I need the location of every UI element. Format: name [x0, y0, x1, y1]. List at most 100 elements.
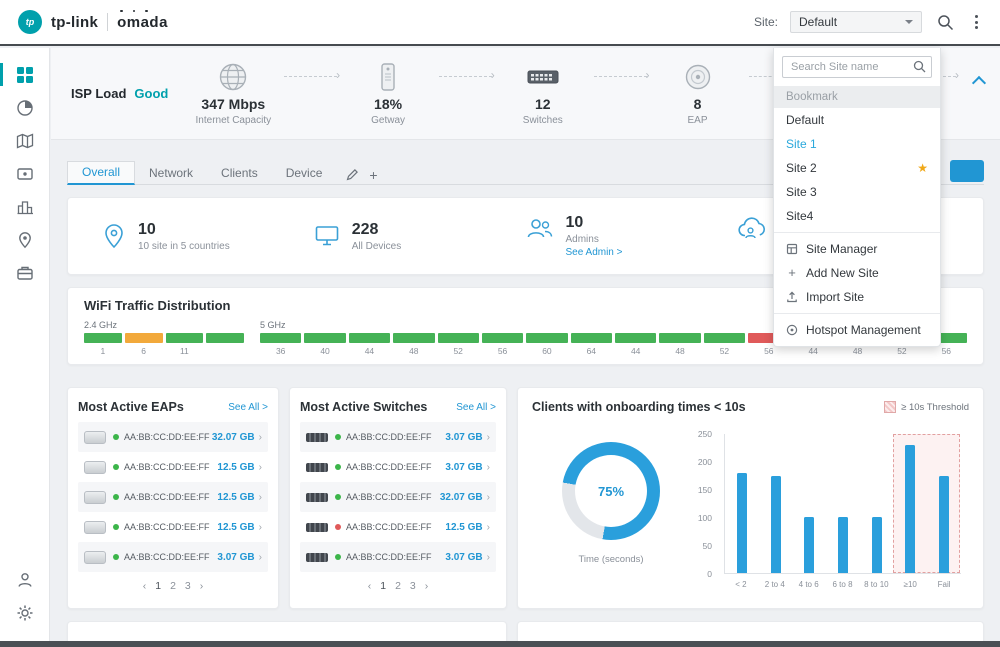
sidebar-item-statistics[interactable]	[0, 91, 49, 124]
table-row[interactable]: AA:BB:CC:DD:EE:FF 3.07 GB	[78, 542, 268, 572]
hotspot-management-item[interactable]: Hotspot Management	[774, 318, 940, 342]
bar-slot	[894, 434, 928, 573]
traffic-value-link[interactable]: 32.07 GB	[212, 432, 262, 443]
collapse-strip-chevron-up-icon[interactable]	[972, 76, 986, 90]
sidebar-item-account[interactable]	[0, 563, 49, 596]
table-row[interactable]: AA:BB:CC:DD:EE:FF 12.5 GB	[300, 512, 496, 542]
wifi-channel-label: 36	[260, 346, 301, 356]
pagination-next[interactable]: ›	[200, 580, 204, 592]
threshold-hatch-icon	[884, 401, 896, 413]
pagination-page[interactable]: 1	[155, 580, 161, 592]
toolbar-action-button[interactable]	[950, 160, 984, 182]
see-admin-link[interactable]: See Admin >	[566, 247, 623, 258]
table-row[interactable]: AA:BB:CC:DD:EE:FF 32.07 GB	[300, 482, 496, 512]
table-row[interactable]: AA:BB:CC:DD:EE:FF 12.5 GB	[78, 452, 268, 482]
table-row[interactable]: AA:BB:CC:DD:EE:FF 32.07 GB	[78, 422, 268, 452]
admins-icon	[526, 216, 554, 242]
pagination-prev[interactable]: ‹	[368, 580, 372, 592]
site-search-input[interactable]	[782, 56, 932, 78]
pagination-page[interactable]: 2	[170, 580, 176, 592]
eap-list: AA:BB:CC:DD:EE:FF 32.07 GB AA:BB:CC:DD:E…	[78, 422, 268, 572]
sidebar-item-locations[interactable]	[0, 223, 49, 256]
stat-value: 228	[352, 221, 401, 239]
traffic-value-link[interactable]: 12.5 GB	[217, 522, 262, 533]
traffic-value-link[interactable]: 3.07 GB	[445, 552, 490, 563]
site-dropdown-panel: Bookmark Default Site 1 Site 2 ★ Site 3 …	[773, 48, 941, 347]
pagination-page[interactable]: 3	[410, 580, 416, 592]
threshold-legend: ≥ 10s Threshold	[884, 401, 969, 413]
sidebar-item-sites[interactable]	[0, 190, 49, 223]
import-site-item[interactable]: Import Site	[774, 285, 940, 309]
sidebar-item-map[interactable]	[0, 124, 49, 157]
table-row[interactable]: AA:BB:CC:DD:EE:FF 12.5 GB	[78, 512, 268, 542]
wifi-channel-label: 11	[166, 346, 204, 356]
traffic-value-link[interactable]: 3.07 GB	[445, 462, 490, 473]
sidebar-item-dashboard[interactable]	[0, 58, 49, 91]
see-all-link[interactable]: See All >	[228, 402, 268, 413]
site-option-site1[interactable]: Site 1	[774, 132, 940, 156]
table-row[interactable]: AA:BB:CC:DD:EE:FF 12.5 GB	[78, 482, 268, 512]
more-menu-icon[interactable]	[968, 15, 984, 29]
site-manager-icon	[786, 243, 798, 255]
bar	[905, 445, 915, 573]
pagination-prev[interactable]: ‹	[143, 580, 147, 592]
site-selector-value: Default	[799, 15, 837, 29]
site-manager-item[interactable]: Site Manager	[774, 237, 940, 261]
donut-hole: 75%	[575, 455, 647, 527]
wifi-channel-label: 40	[304, 346, 345, 356]
channel-labels: 1611	[84, 346, 244, 356]
edit-tabs-pencil-icon[interactable]	[346, 168, 359, 181]
import-icon	[786, 291, 798, 303]
tab-network[interactable]: Network	[135, 163, 207, 184]
search-icon[interactable]	[934, 11, 956, 33]
traffic-value-link[interactable]: 12.5 GB	[217, 492, 262, 503]
sidebar-item-devices[interactable]	[0, 157, 49, 190]
traffic-value-link[interactable]: 32.07 GB	[440, 492, 490, 503]
pagination-page[interactable]: 3	[185, 580, 191, 592]
status-dot	[335, 434, 341, 440]
table-row[interactable]: AA:BB:CC:DD:EE:FF 3.07 GB	[300, 422, 496, 452]
location-pin-icon	[16, 231, 34, 249]
traffic-value-link[interactable]: 12.5 GB	[217, 462, 262, 473]
pagination-page[interactable]: 1	[380, 580, 386, 592]
table-row[interactable]: AA:BB:CC:DD:EE:FF 3.07 GB	[300, 452, 496, 482]
sidebar-bottom	[0, 563, 49, 629]
site-option-site3[interactable]: Site 3	[774, 180, 940, 204]
tab-clients[interactable]: Clients	[207, 163, 272, 184]
channel-usage-bar	[84, 333, 244, 343]
x-axis-label: 8 to 10	[859, 580, 893, 592]
switch-icon	[526, 61, 560, 93]
sidebar-item-toolbox[interactable]	[0, 256, 49, 289]
switch-thumbnail	[306, 523, 328, 532]
wifi-channel-label: 52	[704, 346, 745, 356]
person-icon	[16, 571, 34, 589]
traffic-value-link[interactable]: 3.07 GB	[217, 552, 262, 563]
status-dot	[113, 554, 119, 560]
y-axis-label: 150	[698, 485, 712, 495]
site-option-site4[interactable]: Site4	[774, 204, 940, 228]
search-icon[interactable]	[913, 60, 926, 73]
tab-device[interactable]: Device	[272, 163, 337, 184]
pagination: ‹ 1 2 3 ›	[78, 580, 268, 592]
wifi-channel-segment	[526, 333, 567, 343]
brand: tp tp-link omada	[0, 10, 168, 34]
traffic-value-link[interactable]: 12.5 GB	[445, 522, 490, 533]
table-row[interactable]: AA:BB:CC:DD:EE:FF 3.07 GB	[300, 542, 496, 572]
add-new-site-item[interactable]: + Add New Site	[774, 261, 940, 285]
pagination-next[interactable]: ›	[425, 580, 429, 592]
site-option-site2[interactable]: Site 2 ★	[774, 156, 940, 180]
add-tab-plus-icon[interactable]: +	[369, 169, 377, 181]
site-selector[interactable]: Default	[790, 11, 922, 33]
wifi-channel-label: 56	[748, 346, 789, 356]
site-option-default[interactable]: Default	[774, 108, 940, 132]
wifi-channel-segment	[659, 333, 700, 343]
gateway-icon	[372, 61, 404, 93]
tab-overall[interactable]: Overall	[67, 161, 135, 185]
sidebar-item-settings[interactable]	[0, 596, 49, 629]
star-icon[interactable]: ★	[917, 161, 928, 175]
pagination-page[interactable]: 2	[395, 580, 401, 592]
wifi-channel-segment	[260, 333, 301, 343]
plot-area	[724, 434, 961, 574]
traffic-value-link[interactable]: 3.07 GB	[445, 432, 490, 443]
see-all-link[interactable]: See All >	[456, 402, 496, 413]
